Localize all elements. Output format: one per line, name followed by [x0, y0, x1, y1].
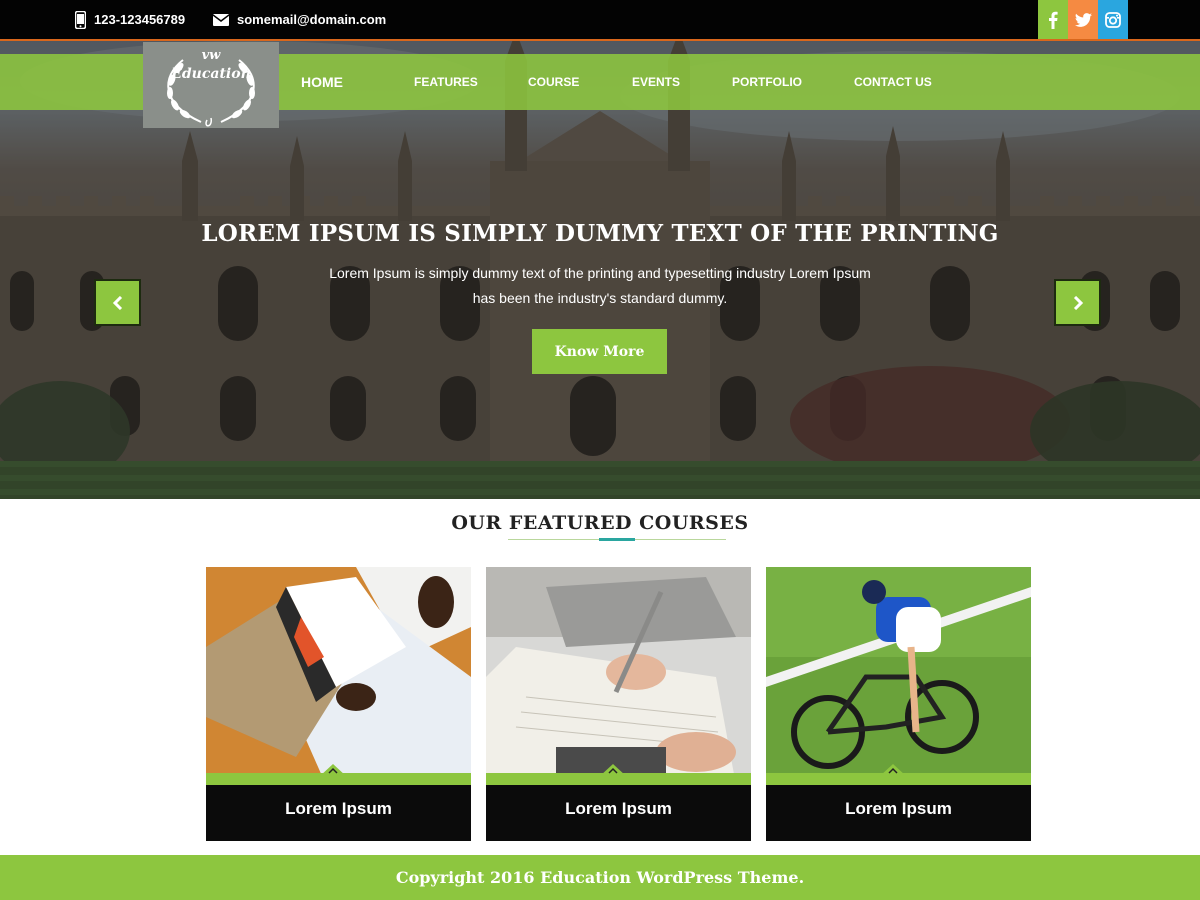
- slide-title: LOREM IPSUM IS SIMPLY DUMMY TEXT OF THE …: [201, 220, 999, 247]
- course-card-2[interactable]: Lorem Ipsum: [486, 567, 751, 841]
- social-links: [1038, 0, 1128, 39]
- chevron-up-icon: [320, 764, 346, 776]
- email-contact: somemail@domain.com: [213, 0, 386, 39]
- nav-item-course[interactable]: COURSE: [528, 75, 579, 89]
- course-card-3[interactable]: Lorem Ipsum: [766, 567, 1031, 841]
- nav-item-events[interactable]: EVENTS: [632, 75, 680, 89]
- course-image-student-reading: [206, 567, 471, 785]
- nav-item-portfolio[interactable]: PORTFOLIO: [732, 75, 802, 89]
- envelope-icon: [213, 13, 229, 26]
- nav-item-features[interactable]: FEATURES: [414, 75, 478, 89]
- chevron-left-icon: [112, 295, 122, 310]
- phone-icon: [75, 10, 86, 29]
- logo-monogram: vw: [201, 48, 221, 63]
- chevron-up-icon: [880, 764, 906, 776]
- course-title: Lorem Ipsum: [845, 799, 952, 818]
- nav-item-contact-us[interactable]: CONTACT US: [854, 75, 932, 89]
- chevron-up-icon: [600, 764, 626, 776]
- twitter-icon[interactable]: [1068, 0, 1098, 39]
- site-logo[interactable]: vw Education: [143, 42, 279, 128]
- slider-prev-button[interactable]: [94, 279, 141, 326]
- copyright-text: Copyright 2016 Education WordPress Theme…: [395, 868, 805, 887]
- section-title: OUR FEATURED COURSES: [451, 512, 749, 534]
- top-bar: 123-123456789 somemail@domain.com: [0, 0, 1200, 41]
- slider-next-button[interactable]: [1054, 279, 1101, 326]
- site-footer: Copyright 2016 Education WordPress Theme…: [0, 855, 1200, 900]
- phone-contact: 123-123456789: [75, 0, 185, 39]
- course-title: Lorem Ipsum: [565, 799, 672, 818]
- course-card-1[interactable]: Lorem Ipsum: [206, 567, 471, 841]
- phone-number: 123-123456789: [94, 12, 186, 27]
- nav-item-home[interactable]: HOME: [301, 74, 343, 90]
- email-address: somemail@domain.com: [237, 12, 387, 27]
- course-image-writing-notes: [486, 567, 751, 785]
- slide-description: Lorem Ipsum is simply dummy text of the …: [329, 265, 871, 306]
- logo-text: Education: [171, 66, 251, 82]
- course-image-cyclist: [766, 567, 1031, 785]
- facebook-icon[interactable]: [1038, 0, 1068, 39]
- know-more-button[interactable]: Know More: [532, 329, 667, 374]
- title-underline-accent: [599, 538, 635, 541]
- course-title: Lorem Ipsum: [285, 799, 392, 818]
- instagram-icon[interactable]: [1098, 0, 1128, 39]
- chevron-right-icon: [1073, 295, 1083, 310]
